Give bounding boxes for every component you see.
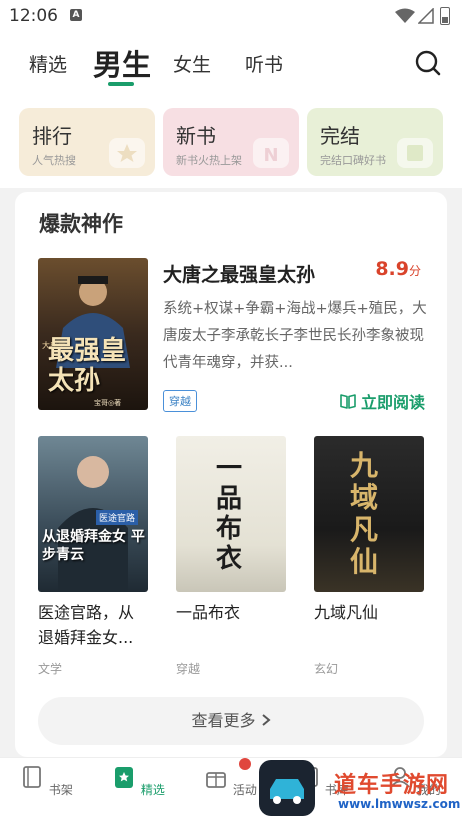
book-icon (397, 138, 433, 168)
nav-featured[interactable]: 精选 (108, 764, 168, 798)
score-value: 8.9 (375, 258, 409, 280)
bookshelf-icon (23, 766, 41, 788)
book-cover: 医途官路 从退婚拜金女 平步青云 (38, 436, 148, 592)
cover-title-text: 一品布衣 (216, 454, 243, 574)
category-title: 完结 (320, 124, 360, 148)
featured-book-cover[interactable]: 大唐之 最强皇太孙 宝哥◎著 (38, 258, 148, 410)
category-title: 新书 (176, 124, 216, 148)
cover-title-text: 九域凡仙 (350, 449, 379, 578)
chevron-right-icon (261, 714, 271, 726)
book-category: 文学 (38, 662, 63, 676)
tab-male[interactable]: 男生 (93, 42, 151, 84)
book-cover: 一品布衣 (176, 436, 286, 592)
book-title: 一品布衣 (176, 603, 241, 622)
featured-description: 系统+权谋+争霸+海战+爆兵+殖民，大唐废太子李承乾长子李世民长孙李象被现代青年… (163, 301, 427, 371)
book-item[interactable]: 一品布衣 一品布衣 穿越 (176, 436, 286, 677)
nav-label: 书架 (48, 783, 73, 797)
open-book-icon (340, 394, 356, 409)
nav-label: 活动 (232, 783, 257, 797)
category-subtitle: 新书火热上架 (176, 154, 242, 167)
site-watermark: 道车手游网 www.lmwwsz.com (258, 757, 462, 821)
tab-female[interactable]: 女生 (173, 50, 211, 77)
notification-a-icon: A (70, 9, 82, 21)
category-completed[interactable]: 完结 完结口碑好书 (307, 108, 443, 176)
category-title: 排行 (32, 124, 72, 148)
nav-bookshelf[interactable]: 书架 (16, 764, 76, 798)
top-nav: 精选 男生 女生 听书 (0, 34, 462, 96)
cover-small-text: 医途官路 (96, 510, 139, 525)
notification-badge (239, 758, 251, 770)
signal-icon (418, 8, 434, 24)
book-title: 医途官路，从退婚拜金女... (38, 603, 135, 647)
read-now-button[interactable]: 立即阅读 (339, 389, 425, 413)
status-time: 12:06 (9, 6, 58, 26)
tab-active-indicator (108, 82, 134, 86)
category-subtitle: 人气热搜 (32, 154, 76, 167)
section-title: 爆款神作 (39, 212, 123, 236)
svg-text:N: N (263, 145, 278, 166)
wifi-icon (395, 8, 415, 23)
genre-tag: 穿越 (163, 390, 197, 412)
car-logo-icon (259, 760, 315, 816)
new-icon: N (253, 138, 289, 168)
nav-activity[interactable]: 活动 (200, 764, 260, 798)
tab-featured[interactable]: 精选 (29, 50, 67, 77)
score-unit: 分 (408, 264, 421, 278)
book-title: 九域凡仙 (314, 603, 379, 622)
category-row: 排行 人气热搜 新书 新书火热上架 N 完结 完结口碑好书 (0, 96, 462, 188)
book-item[interactable]: 医途官路 从退婚拜金女 平步青云 医途官路，从退婚拜金女... 文学 (38, 436, 148, 677)
view-more-label: 查看更多 (191, 711, 256, 730)
search-icon[interactable] (414, 49, 442, 77)
featured-book-title[interactable]: 大唐之最强皇太孙 (163, 260, 315, 287)
tab-audiobook[interactable]: 听书 (245, 50, 283, 77)
cover-author-text: 宝哥◎著 (94, 399, 122, 407)
category-new-books[interactable]: 新书 新书火热上架 N (163, 108, 299, 176)
star-icon (109, 138, 145, 168)
featured-score: 8.9分 (375, 258, 421, 280)
featured-star-icon (115, 767, 134, 788)
book-category: 玄幻 (314, 662, 339, 676)
cover-title-text: 从退婚拜金女 平步青云 (42, 529, 145, 563)
category-ranking[interactable]: 排行 人气热搜 (19, 108, 155, 176)
view-more-button[interactable]: 查看更多 (38, 697, 424, 745)
gift-icon (206, 772, 226, 788)
battery-icon (440, 7, 450, 25)
cover-title-text: 最强皇太孙 (48, 336, 127, 396)
book-category: 穿越 (176, 662, 201, 676)
book-item[interactable]: 九域凡仙 九域凡仙 玄幻 (314, 436, 424, 677)
category-subtitle: 完结口碑好书 (320, 154, 386, 167)
nav-label: 精选 (140, 783, 165, 797)
featured-card: 爆款神作 大唐之 最强皇太孙 宝哥◎著 大唐之最强皇太孙 8.9分 系统+权谋+… (15, 192, 447, 757)
status-bar: 12:06 A (0, 0, 462, 34)
book-cover: 九域凡仙 (314, 436, 424, 592)
watermark-url: www.lmwwsz.com (338, 797, 461, 811)
read-now-label: 立即阅读 (360, 393, 425, 412)
watermark-title: 道车手游网 (334, 773, 450, 798)
